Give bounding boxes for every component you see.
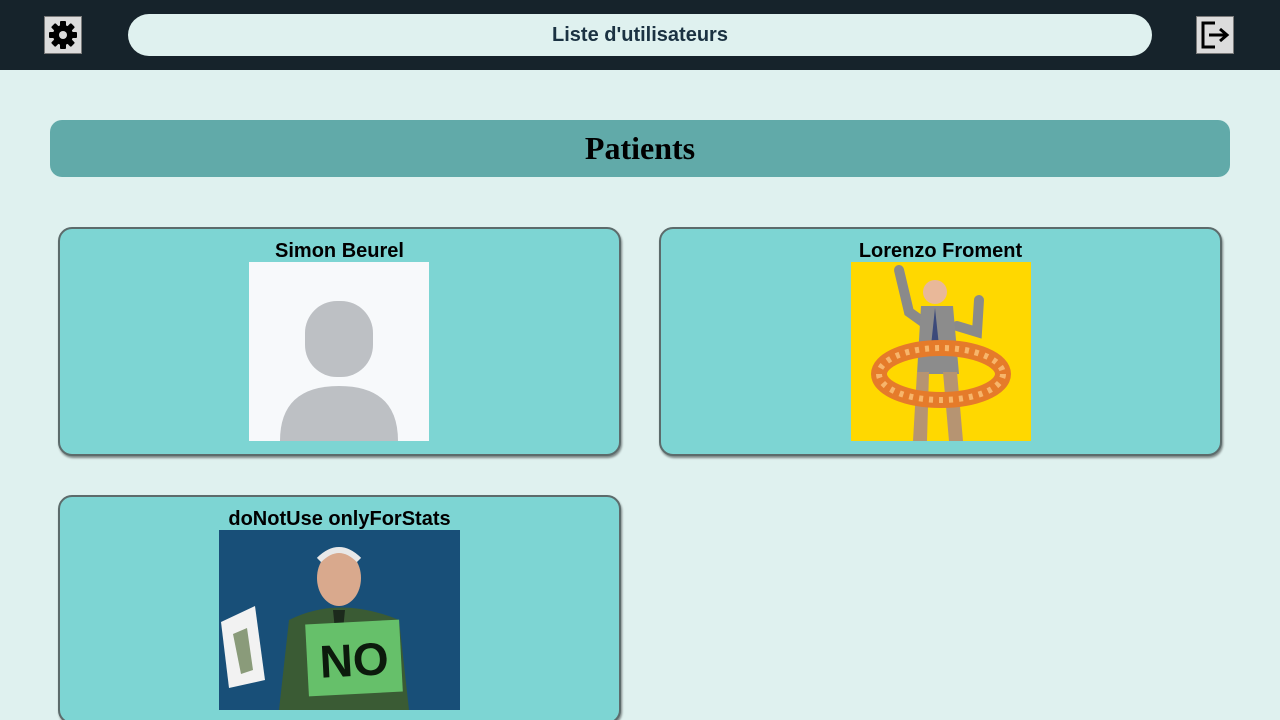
patients-heading: Patients [50,120,1230,177]
top-bar: Liste d'utilisateurs [0,0,1280,70]
patient-name: Simon Beurel [275,240,404,262]
old-man-no-sign-photo: NO [219,530,460,710]
gear-icon [49,21,77,49]
patient-card[interactable]: Simon Beurel [58,227,621,456]
patient-card[interactable]: doNotUse onlyForStats NO [58,495,621,720]
patient-card[interactable]: Lorenzo Froment [659,227,1222,456]
patient-name: Lorenzo Froment [858,240,1023,262]
logout-icon [1201,21,1230,49]
logout-button[interactable] [1196,16,1234,54]
no-sign-text: NO [318,632,390,688]
patient-name: doNotUse onlyForStats [228,508,451,530]
settings-button[interactable] [44,16,82,54]
page-title: Liste d'utilisateurs [128,14,1152,56]
dancing-man-photo [851,262,1031,441]
default-avatar-icon [249,262,429,441]
